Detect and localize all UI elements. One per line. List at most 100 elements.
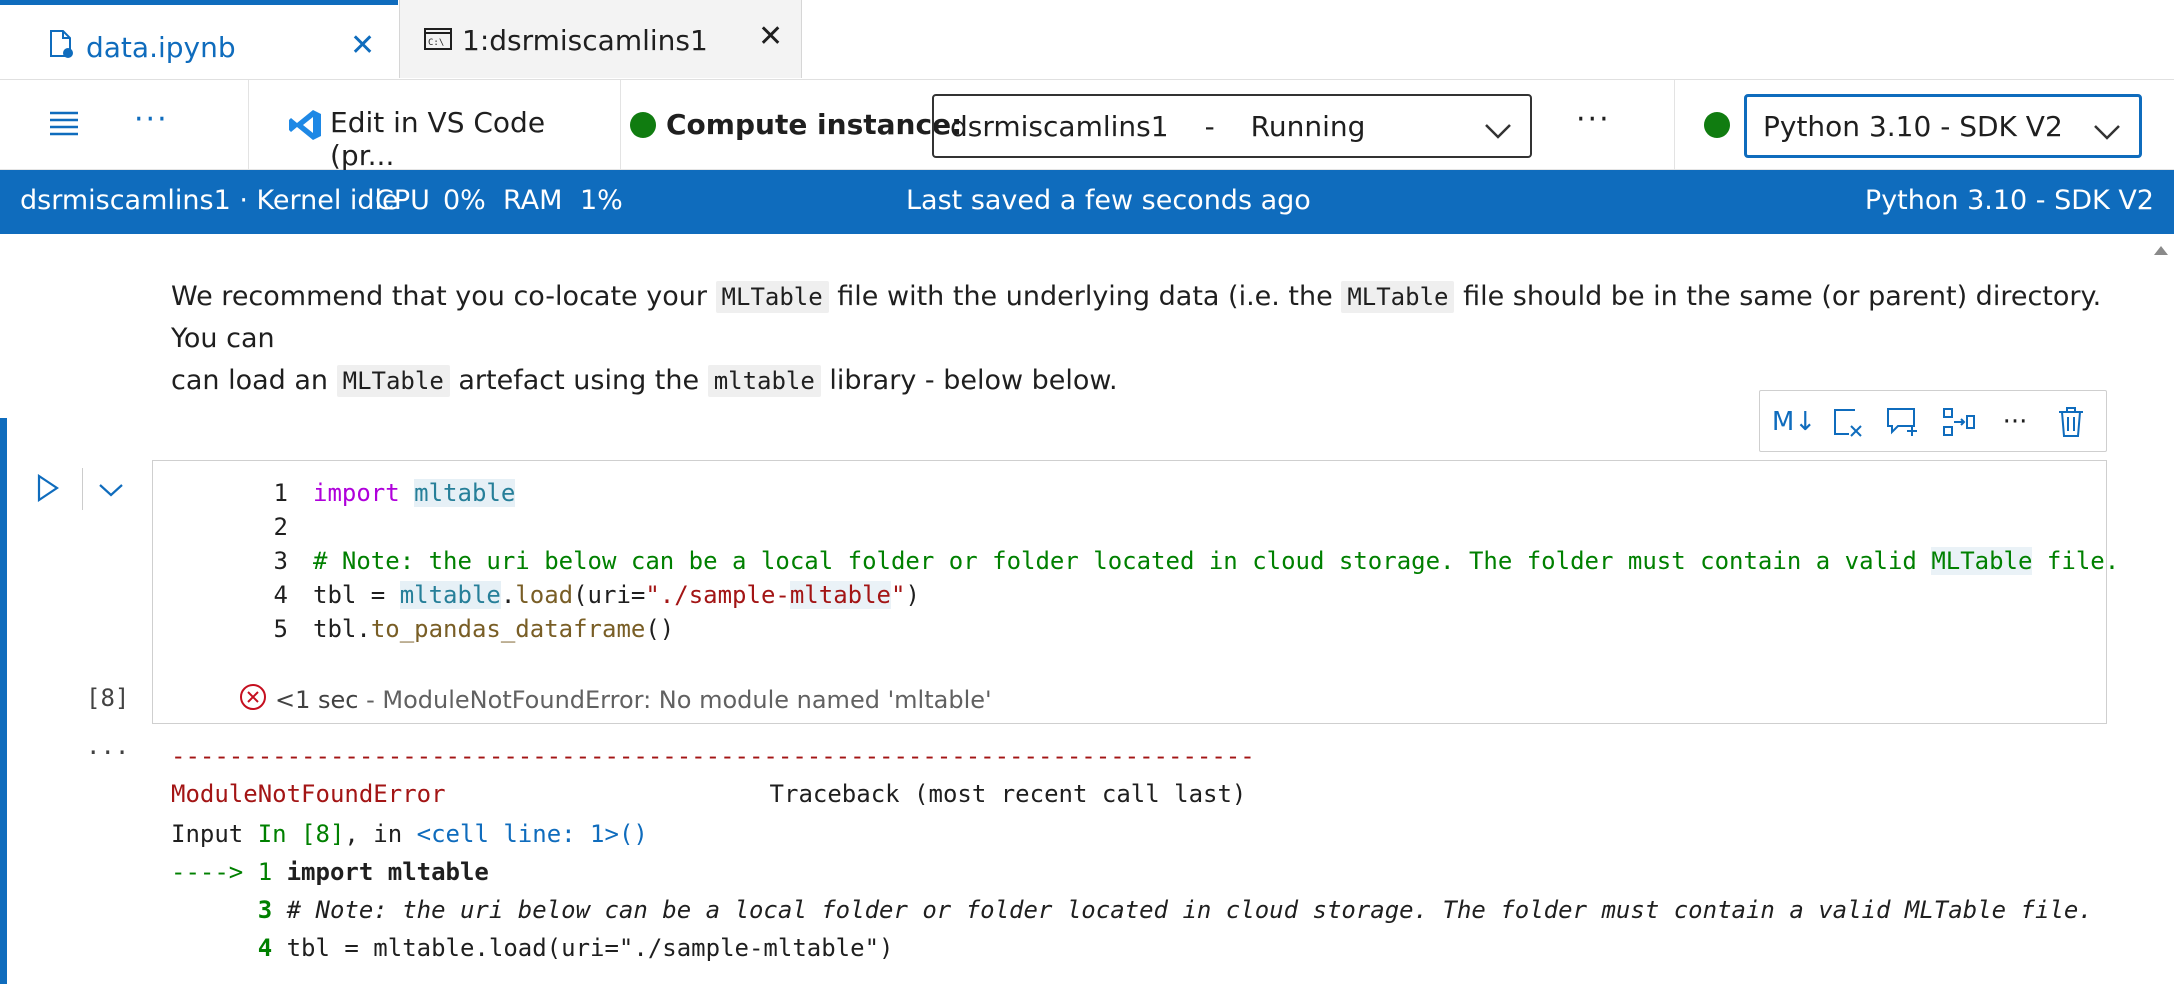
- execution-time: <1 sec: [275, 686, 359, 714]
- code-token: load: [515, 581, 574, 609]
- tab-terminal[interactable]: C:\ 1:dsrmiscamlins1 ✕: [399, 0, 802, 78]
- output-text: Traceback (most recent call last): [769, 780, 1247, 808]
- notebook-toolbar: ··· Edit in VS Code (pr... Compute insta…: [0, 80, 2174, 172]
- output-line: 4 tbl = mltable.load(uri="./sample-mltab…: [171, 934, 894, 962]
- convert-to-markdown-button[interactable]: M↓: [1772, 405, 1816, 439]
- delete-icon[interactable]: [2054, 405, 2088, 439]
- inline-code: MLTable: [1341, 281, 1455, 313]
- code-token: mltable: [399, 581, 501, 609]
- code-line: tbl.to_pandas_dataframe(): [313, 615, 674, 643]
- divider: [620, 80, 621, 170]
- split-cell-icon[interactable]: [1942, 405, 1976, 439]
- close-icon[interactable]: ✕: [758, 22, 783, 52]
- kernel-select-value: Python 3.10 - SDK V2: [1763, 109, 2063, 143]
- tab-label: data.ipynb: [86, 31, 236, 64]
- output-text: <cell line: 1>: [416, 820, 619, 848]
- code-token: ): [905, 581, 920, 609]
- more-options-icon[interactable]: ···: [1576, 102, 1611, 137]
- line-number: 5: [273, 615, 288, 643]
- markdown-cell: We recommend that you co-locate your MLT…: [171, 276, 2111, 402]
- code-token: .: [356, 615, 371, 643]
- code-token: # Note: the uri below can be a local fol…: [313, 547, 1932, 575]
- output-text: 4: [171, 934, 287, 962]
- markdown-text: can load an: [171, 365, 337, 396]
- divider: [248, 80, 249, 170]
- edit-in-vscode-label: Edit in VS Code (pr...: [330, 106, 546, 172]
- output-text: tbl = mltable.load(uri="./sample-mltable…: [286, 934, 894, 962]
- code-token: (uri=: [573, 581, 646, 609]
- output-text: In [8]: [257, 820, 345, 848]
- more-options-icon[interactable]: ···: [1998, 405, 2032, 439]
- run-cell-icon[interactable]: [36, 473, 60, 506]
- cpu-label: CPU: [375, 185, 430, 216]
- edit-in-vscode-button[interactable]: Edit in VS Code (pr...: [288, 80, 618, 172]
- divider: [1674, 80, 1675, 170]
- code-token: tbl =: [313, 581, 400, 609]
- compute-instance-label: Compute instance:: [666, 108, 963, 141]
- terminal-icon: C:\: [424, 28, 452, 54]
- line-number: 1: [273, 479, 288, 507]
- chevron-down-icon[interactable]: [98, 482, 124, 502]
- ram-value: 1%: [580, 185, 623, 216]
- code-token: MLTable: [1931, 547, 2033, 575]
- output-line: 3 # Note: the uri below can be a local f…: [171, 896, 2093, 924]
- kernel-name: Python 3.10 - SDK V2: [1864, 185, 2154, 216]
- code-token: import: [313, 479, 400, 507]
- kernel-status-dot: [1704, 112, 1730, 138]
- output-text: , in: [344, 820, 417, 848]
- add-comment-icon[interactable]: [1886, 405, 1920, 439]
- output-text: ----> 1: [171, 858, 287, 886]
- output-line: Input In [8], in <cell line: 1>(): [171, 820, 648, 848]
- markdown-text: We recommend that you co-locate your: [171, 281, 716, 312]
- code-line: import mltable: [313, 479, 516, 507]
- code-line: tbl = mltable.load(uri="./sample-mltable…: [313, 581, 920, 609]
- compute-sep: -: [1204, 109, 1215, 143]
- divider: [82, 468, 83, 510]
- output-text: ModuleNotFoundError: [171, 780, 446, 808]
- chevron-down-icon: [1484, 114, 1512, 147]
- code-token: .: [500, 581, 516, 609]
- tab-bar: data.ipynb ✕ C:\ 1:dsrmiscamlins1 ✕: [0, 0, 2174, 80]
- code-token: (): [645, 615, 675, 643]
- code-token: mltable: [414, 479, 516, 507]
- execution-count: [8]: [86, 684, 130, 712]
- inline-code: MLTable: [715, 281, 829, 313]
- markdown-text: artefact using the: [449, 365, 708, 396]
- tab-data-ipynb[interactable]: data.ipynb ✕: [0, 0, 398, 78]
- chevron-down-icon: [2093, 115, 2121, 148]
- code-token: ": [891, 581, 906, 609]
- code-line: # Note: the uri below can be a local fol…: [313, 547, 2119, 575]
- kernel-select[interactable]: Python 3.10 - SDK V2: [1744, 94, 2142, 158]
- execution-error: ModuleNotFoundError: No module named 'ml…: [382, 686, 992, 714]
- menu-icon[interactable]: [48, 108, 80, 142]
- more-options-icon[interactable]: ···: [134, 102, 169, 137]
- output-text: Input: [171, 820, 258, 848]
- clear-output-icon[interactable]: [1830, 405, 1864, 439]
- code-token: file.: [2032, 547, 2120, 575]
- notebook-file-icon: [48, 29, 74, 63]
- markdown-text: library - below below.: [820, 365, 1118, 396]
- scroll-up-icon[interactable]: [2152, 242, 2170, 261]
- output-line: ModuleNotFoundError Traceback (most recen…: [171, 780, 1246, 808]
- cell-toolbar: M↓ ···: [1759, 390, 2107, 452]
- close-icon[interactable]: ✕: [350, 31, 375, 61]
- line-number: 4: [273, 581, 288, 609]
- line-number: 2: [273, 513, 288, 541]
- markdown-text: file with the underlying data (i.e. the: [828, 281, 1342, 312]
- code-token: tbl: [313, 615, 357, 643]
- output-more-icon[interactable]: ...: [86, 732, 129, 760]
- notebook-content: We recommend that you co-locate your MLT…: [0, 234, 2174, 984]
- compute-status-dot: [630, 112, 656, 138]
- compute-name: dsrmiscamlins1: [950, 109, 1169, 143]
- code-token: "./sample-: [645, 581, 790, 609]
- svg-text:C:\: C:\: [428, 38, 444, 48]
- compute-instance-select[interactable]: dsrmiscamlins1 - Running: [932, 94, 1532, 158]
- execution-dash: -: [358, 686, 383, 714]
- line-number: 3: [273, 547, 288, 575]
- last-saved: Last saved a few seconds ago: [906, 185, 1311, 216]
- active-cell-indicator: [0, 418, 7, 984]
- execution-status: <1 sec - ModuleNotFoundError: No module …: [239, 683, 992, 717]
- code-cell-editor[interactable]: 1 2 3 4 5 import mltable # Note: the uri…: [152, 460, 2119, 724]
- code-token: to_pandas_dataframe: [370, 615, 646, 643]
- inline-code: MLTable: [336, 365, 450, 397]
